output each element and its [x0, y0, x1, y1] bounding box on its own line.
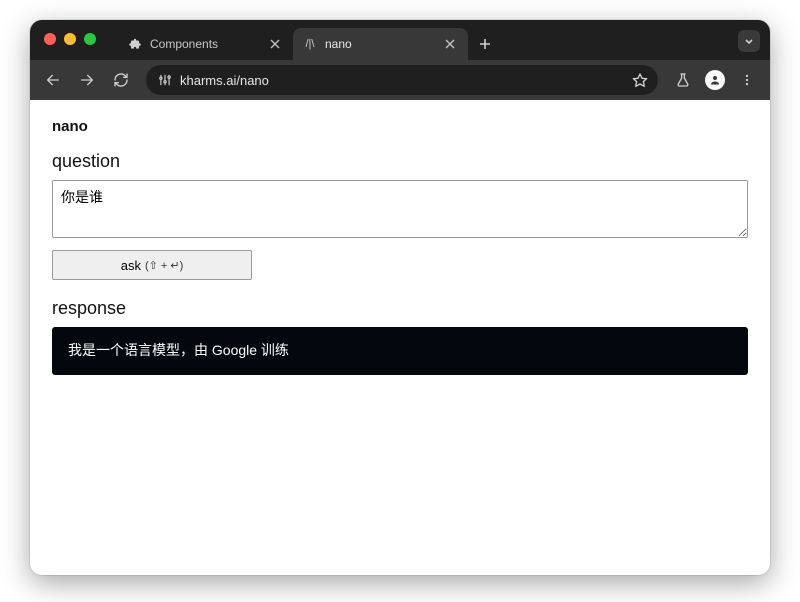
- question-label: question: [52, 151, 748, 172]
- menu-button[interactable]: [732, 65, 762, 95]
- page-content: nano question ask (⇧ + ↵) response 我是一个语…: [30, 100, 770, 575]
- site-settings-icon[interactable]: [158, 73, 172, 87]
- labs-button[interactable]: [668, 65, 698, 95]
- minimize-window-button[interactable]: [64, 33, 76, 45]
- response-text: 我是一个语言模型，由 Google 训练: [68, 342, 289, 358]
- bookmark-button[interactable]: [632, 72, 648, 88]
- url-text: kharms.ai/nano: [180, 73, 269, 88]
- toolbar: kharms.ai/nano: [30, 60, 770, 100]
- question-input[interactable]: [52, 180, 748, 238]
- ask-button-hint: (⇧ + ↵): [145, 259, 183, 272]
- reload-button[interactable]: [106, 65, 136, 95]
- close-tab-button[interactable]: [267, 36, 283, 52]
- profile-button[interactable]: [700, 65, 730, 95]
- tab-components[interactable]: Components: [118, 28, 293, 60]
- maximize-window-button[interactable]: [84, 33, 96, 45]
- titlebar: Components /|\ nano: [30, 20, 770, 60]
- ask-button-label: ask: [121, 258, 141, 273]
- tab-overflow-button[interactable]: [738, 30, 760, 52]
- page-favicon-icon: /|\: [303, 37, 317, 51]
- back-button[interactable]: [38, 65, 68, 95]
- tab-strip: Components /|\ nano: [118, 20, 498, 60]
- address-bar[interactable]: kharms.ai/nano: [146, 65, 658, 95]
- close-window-button[interactable]: [44, 33, 56, 45]
- toolbar-right: [668, 65, 762, 95]
- ask-button[interactable]: ask (⇧ + ↵): [52, 250, 252, 280]
- browser-window: Components /|\ nano: [30, 20, 770, 575]
- window-controls: [44, 33, 96, 45]
- new-tab-button[interactable]: [472, 31, 498, 57]
- response-output: 我是一个语言模型，由 Google 训练: [52, 327, 748, 375]
- tab-title: nano: [325, 37, 434, 51]
- puzzle-icon: [128, 37, 142, 51]
- response-label: response: [52, 298, 748, 319]
- close-tab-button[interactable]: [442, 36, 458, 52]
- tab-nano[interactable]: /|\ nano: [293, 28, 468, 60]
- page-title: nano: [52, 118, 748, 135]
- forward-button[interactable]: [72, 65, 102, 95]
- tab-title: Components: [150, 37, 259, 51]
